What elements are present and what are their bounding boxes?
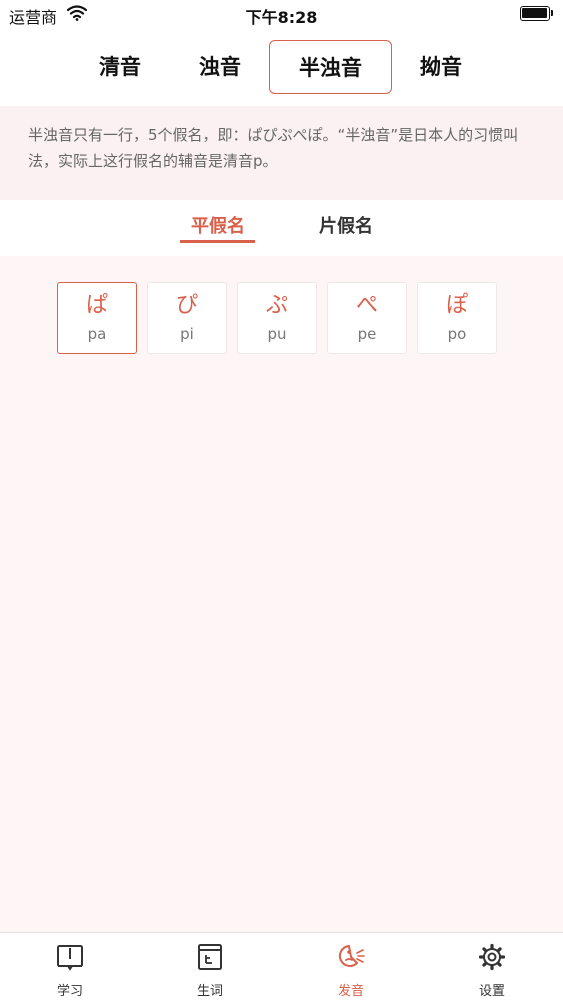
description-text: 半浊音只有一行，5个假名，即：ぱぴぷぺぽ。“半浊音”是日本人的习惯叫法，实际上这… — [0, 106, 563, 200]
tab-qingyin[interactable]: 清音 — [80, 40, 160, 94]
tabbar-item-settings[interactable]: 设置 — [422, 933, 562, 1001]
kana-card-pi[interactable]: ぴ pi — [147, 282, 227, 354]
pronunciation-icon — [337, 943, 365, 971]
kana-char: ぷ — [265, 293, 288, 318]
kana-char: ぱ — [85, 293, 108, 318]
book-icon — [56, 943, 84, 971]
kana-romaji: po — [447, 325, 467, 343]
status-time: 下午8:28 — [245, 8, 318, 27]
kana-romaji: pu — [267, 325, 287, 343]
vocabulary-icon — [196, 943, 224, 971]
kana-char: ぴ — [175, 293, 198, 318]
kana-char: ぺ — [355, 293, 378, 318]
tabbar-item-study[interactable]: 学习 — [0, 933, 140, 1001]
battery-icon — [520, 6, 554, 21]
kana-card-po[interactable]: ぽ po — [417, 282, 497, 354]
gear-icon — [478, 943, 506, 971]
tab-katakana[interactable]: 片假名 — [306, 212, 386, 244]
tab-zhuoyin[interactable]: 浊音 — [180, 40, 260, 94]
tabbar-label: 发音 — [337, 984, 364, 999]
kana-romaji: pe — [357, 325, 377, 343]
tabbar-label: 生词 — [196, 984, 223, 999]
active-tab-underline — [180, 240, 255, 243]
category-tabs: 清音 浊音 半浊音 拗音 — [0, 28, 563, 106]
tab-banzhuoyin[interactable]: 半浊音 — [269, 40, 392, 94]
tabbar-label: 学习 — [56, 984, 83, 999]
kana-romaji: pa — [87, 325, 107, 343]
kana-char: ぽ — [445, 293, 468, 318]
tabbar-label: 设置 — [478, 984, 505, 999]
kana-card-pe[interactable]: ぺ pe — [327, 282, 407, 354]
tab-aoyin[interactable]: 拗音 — [401, 40, 481, 94]
tabbar-item-vocabulary[interactable]: 生词 — [140, 933, 280, 1001]
status-bar: 运营商 下午8:28 — [0, 0, 563, 28]
tabbar-item-pronunciation[interactable]: 发音 — [281, 933, 421, 1001]
kana-card-pa[interactable]: ぱ pa — [57, 282, 137, 354]
bottom-tab-bar: 学习 生词 发音 设置 — [0, 932, 563, 1001]
script-tabs: 平假名 片假名 — [0, 200, 563, 256]
kana-romaji: pi — [180, 325, 194, 343]
kana-card-pu[interactable]: ぷ pu — [237, 282, 317, 354]
